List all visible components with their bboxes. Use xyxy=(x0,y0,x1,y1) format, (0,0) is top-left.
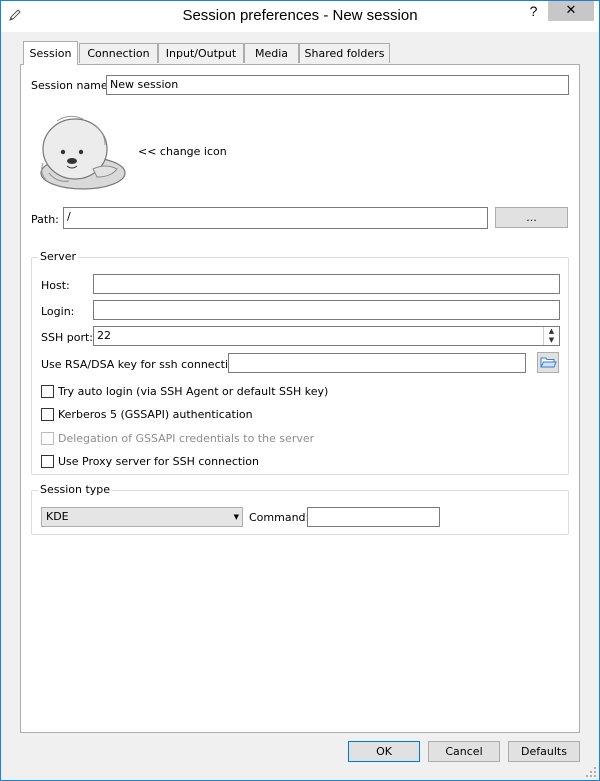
gssapi-delegation-checkbox[interactable] xyxy=(41,432,54,445)
browse-path-button[interactable]: ... xyxy=(495,207,568,228)
host-label: Host: xyxy=(41,279,70,292)
auto-login-checkbox[interactable] xyxy=(41,385,54,398)
tab-shared-folders-label: Shared folders xyxy=(304,47,385,60)
help-button[interactable]: ? xyxy=(519,1,548,21)
login-input[interactable] xyxy=(93,300,560,320)
proxy-checkbox[interactable] xyxy=(41,455,54,468)
session-preferences-window: Session preferences - New session ? ✕ Se… xyxy=(0,0,600,781)
ssh-port-stepper[interactable]: 22 ▲ ▼ xyxy=(93,326,560,346)
tab-session[interactable]: Session xyxy=(23,41,78,65)
cancel-button[interactable]: Cancel xyxy=(428,741,500,762)
session-name-input[interactable]: New session xyxy=(106,75,569,95)
rsa-key-label: Use RSA/DSA key for ssh connection: xyxy=(41,358,246,371)
change-icon-link[interactable]: << change icon xyxy=(138,145,227,158)
rsa-key-input[interactable] xyxy=(228,353,526,373)
gssapi-delegation-label: Delegation of GSSAPI credentials to the … xyxy=(58,432,315,445)
ssh-port-label: SSH port: xyxy=(41,331,93,344)
path-label: Path: xyxy=(31,213,59,226)
tab-media[interactable]: Media xyxy=(244,43,299,63)
session-type-value: KDE xyxy=(46,510,69,523)
ssh-port-value: 22 xyxy=(97,329,111,342)
session-type-group-title: Session type xyxy=(38,483,113,496)
path-input[interactable]: / xyxy=(63,207,488,229)
spin-down-icon[interactable]: ▼ xyxy=(544,336,559,345)
tab-connection[interactable]: Connection xyxy=(79,43,158,63)
command-label: Command: xyxy=(249,511,310,524)
seal-icon[interactable] xyxy=(35,111,127,193)
tab-input-output[interactable]: Input/Output xyxy=(158,43,244,63)
server-group-title: Server xyxy=(38,250,79,263)
session-name-label: Session name: xyxy=(31,79,112,92)
command-input[interactable] xyxy=(307,507,440,527)
tab-media-label: Media xyxy=(254,47,289,60)
resize-grip-icon[interactable] xyxy=(585,766,597,778)
session-tab-panel: Session name: New session << change icon… xyxy=(20,64,580,733)
chevron-down-icon: ▼ xyxy=(233,513,239,521)
session-type-group: Session type KDE ▼ Command: xyxy=(31,483,569,535)
rsa-key-browse-button[interactable] xyxy=(537,352,559,373)
spin-up-icon[interactable]: ▲ xyxy=(544,327,559,336)
tab-connection-label: Connection xyxy=(87,47,150,60)
title-bar[interactable]: Session preferences - New session ? ✕ xyxy=(1,1,599,32)
session-type-select[interactable]: KDE ▼ xyxy=(41,507,243,527)
tab-shared-folders[interactable]: Shared folders xyxy=(299,43,390,63)
kerberos-checkbox[interactable] xyxy=(41,408,54,421)
window-title: Session preferences - New session xyxy=(182,7,418,24)
proxy-label[interactable]: Use Proxy server for SSH connection xyxy=(58,455,259,468)
close-icon: ✕ xyxy=(565,3,577,18)
tab-session-label: Session xyxy=(29,47,72,60)
tab-input-output-label: Input/Output xyxy=(165,47,237,60)
auto-login-label[interactable]: Try auto login (via SSH Agent or default… xyxy=(58,385,328,398)
login-label: Login: xyxy=(41,305,75,318)
server-group: Server Host: Login: SSH port: 22 ▲ ▼ Use… xyxy=(31,250,569,475)
kerberos-label[interactable]: Kerberos 5 (GSSAPI) authentication xyxy=(58,408,253,421)
folder-open-icon xyxy=(540,357,557,368)
ssh-port-spin[interactable]: ▲ ▼ xyxy=(543,327,559,345)
host-input[interactable] xyxy=(93,274,560,294)
defaults-button[interactable]: Defaults xyxy=(508,741,580,762)
ok-button[interactable]: OK xyxy=(348,741,420,762)
close-button[interactable]: ✕ xyxy=(548,1,594,21)
